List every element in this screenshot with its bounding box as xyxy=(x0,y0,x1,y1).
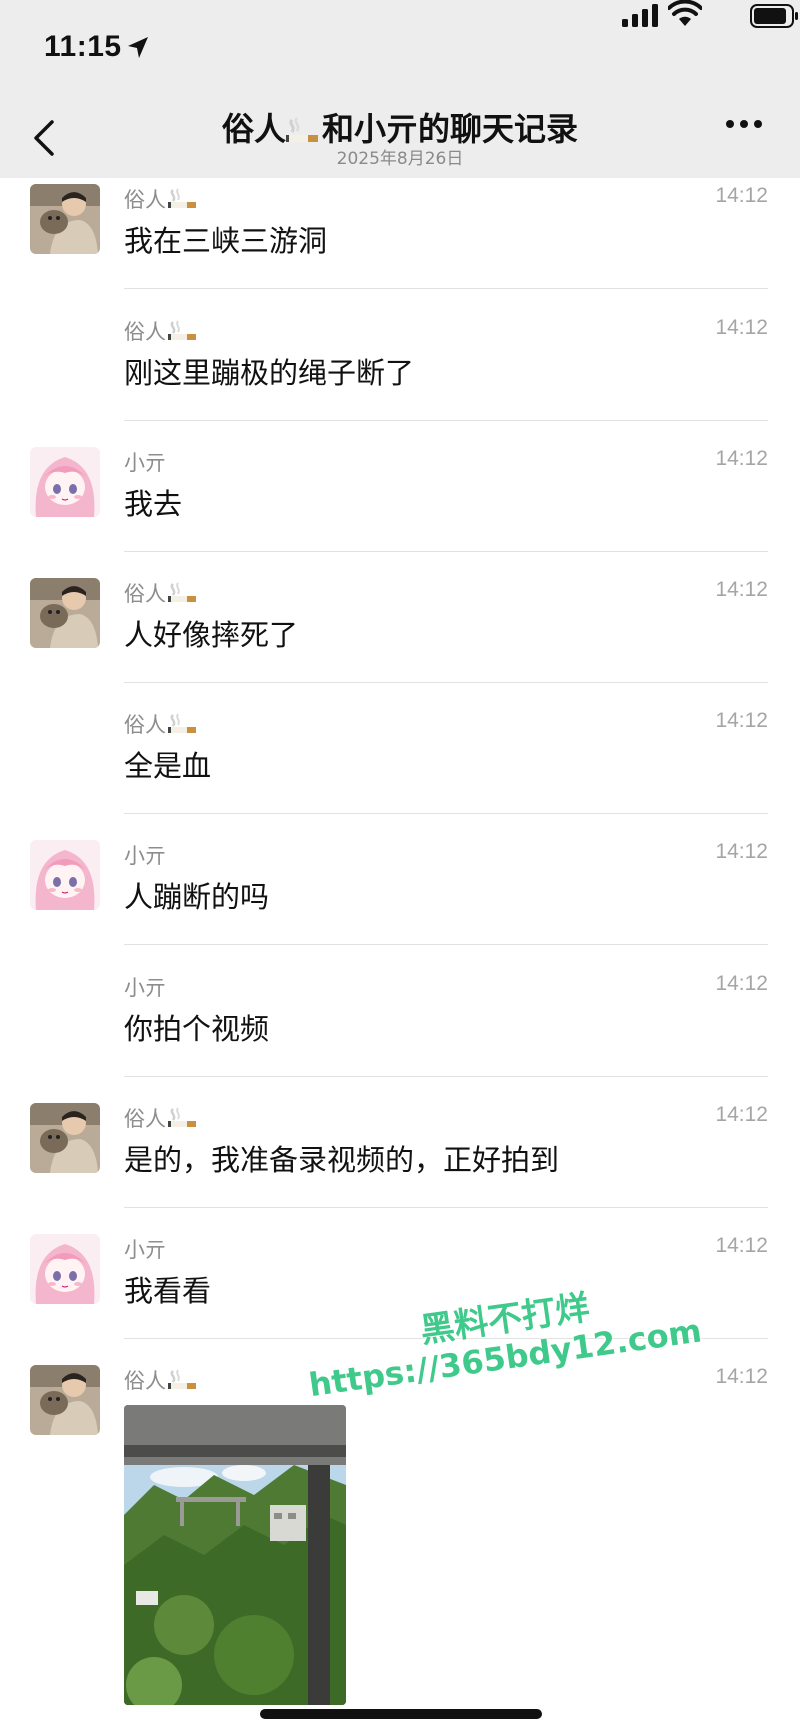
message-text[interactable]: 我看看 xyxy=(124,1268,211,1310)
message-row[interactable]: 小亓 14:12 你拍个视频 xyxy=(0,966,800,1096)
message-row[interactable]: 俗人 14:12 刚这里蹦极的绳子断了 xyxy=(0,310,800,440)
wifi-icon xyxy=(668,0,702,26)
sender-name-text: 俗人 xyxy=(124,188,166,212)
anime-girl-avatar-image xyxy=(30,840,100,910)
man-with-cat-avatar-image xyxy=(30,1103,100,1173)
message-text[interactable]: 全是血 xyxy=(124,743,211,785)
cigarette-emoji-icon xyxy=(168,1369,196,1389)
cellular-signal-icon xyxy=(622,4,658,27)
anime-girl-avatar-image xyxy=(30,1234,100,1304)
location-arrow-icon xyxy=(128,37,148,58)
cigarette-emoji-icon xyxy=(168,713,196,733)
more-options-icon[interactable] xyxy=(724,118,764,130)
battery-icon xyxy=(750,4,798,28)
navigation-bar: 11:15 俗人 和小亓的聊天记录 2025年8月26日 xyxy=(0,0,800,178)
sender-name: 俗人 xyxy=(124,316,198,346)
message-time: 14:12 xyxy=(715,1365,768,1388)
chat-date: 2025年8月26日 xyxy=(336,149,464,169)
man-with-cat-avatar-image xyxy=(30,578,100,648)
message-text[interactable]: 我在三峡三游洞 xyxy=(124,218,327,260)
message-time: 14:12 xyxy=(715,578,768,601)
message-row[interactable]: 俗人 14:12 是的，我准备录视频的，正好拍到 xyxy=(0,1097,800,1227)
message-text[interactable]: 人好像摔死了 xyxy=(124,612,298,654)
sender-avatar[interactable] xyxy=(30,1103,100,1173)
home-indicator[interactable] xyxy=(260,1709,542,1719)
message-divider xyxy=(124,551,768,552)
landscape-photo-image xyxy=(124,1405,346,1705)
cigarette-emoji-icon xyxy=(168,1107,196,1127)
sender-name-text: 小亓 xyxy=(124,844,166,868)
message-row[interactable]: 小亓 14:12 人蹦断的吗 xyxy=(0,834,800,964)
sender-avatar[interactable] xyxy=(30,840,100,910)
message-divider xyxy=(124,1207,768,1208)
sender-name-text: 俗人 xyxy=(124,713,166,737)
message-divider xyxy=(124,813,768,814)
sender-name-text: 小亓 xyxy=(124,1238,166,1262)
sender-name: 俗人 xyxy=(124,578,198,608)
anime-girl-avatar-image xyxy=(30,447,100,517)
sender-name-text: 俗人 xyxy=(124,320,166,344)
message-time: 14:12 xyxy=(715,1103,768,1126)
sender-name-text: 俗人 xyxy=(124,1107,166,1131)
message-time: 14:12 xyxy=(715,447,768,470)
title-name-b: 和小亓的聊天记录 xyxy=(322,110,579,148)
message-time: 14:12 xyxy=(715,972,768,995)
message-row[interactable]: 小亓 14:12 我去 xyxy=(0,441,800,571)
sender-avatar[interactable] xyxy=(30,184,100,254)
message-time: 14:12 xyxy=(715,316,768,339)
cigarette-emoji-icon xyxy=(286,117,318,142)
message-time: 14:12 xyxy=(715,709,768,732)
sender-avatar[interactable] xyxy=(30,1234,100,1304)
message-row[interactable]: 俗人 14:12 全是血 xyxy=(0,703,800,833)
sender-name: 小亓 xyxy=(124,1234,166,1264)
sender-name: 俗人 xyxy=(124,184,198,214)
message-time: 14:12 xyxy=(715,1234,768,1257)
sender-name: 俗人 xyxy=(124,1365,198,1395)
cigarette-emoji-icon xyxy=(168,188,196,208)
status-time: 11:15 xyxy=(44,30,122,63)
man-with-cat-avatar-image xyxy=(30,184,100,254)
sender-name-text: 小亓 xyxy=(124,976,166,1000)
message-divider xyxy=(124,288,768,289)
message-time: 14:12 xyxy=(715,184,768,207)
message-text[interactable]: 你拍个视频 xyxy=(124,1006,269,1048)
message-row[interactable]: 俗人 14:12 我在三峡三游洞 xyxy=(0,178,800,308)
message-text[interactable]: 我去 xyxy=(124,481,182,523)
message-text[interactable]: 人蹦断的吗 xyxy=(124,874,269,916)
sender-name-text: 俗人 xyxy=(124,582,166,606)
message-text[interactable]: 刚这里蹦极的绳子断了 xyxy=(124,350,414,392)
sender-avatar[interactable] xyxy=(30,1365,100,1435)
message-time: 14:12 xyxy=(715,840,768,863)
message-divider xyxy=(124,944,768,945)
sender-name: 小亓 xyxy=(124,972,166,1002)
cigarette-emoji-icon xyxy=(168,320,196,340)
shared-photo[interactable] xyxy=(124,1405,346,1705)
message-divider xyxy=(124,1076,768,1077)
message-divider xyxy=(124,682,768,683)
message-divider xyxy=(124,420,768,421)
sender-name: 小亓 xyxy=(124,840,166,870)
sender-name-text: 小亓 xyxy=(124,451,166,475)
title-name-a: 俗人 xyxy=(221,110,286,148)
man-with-cat-avatar-image xyxy=(30,1365,100,1435)
message-text[interactable]: 是的，我准备录视频的，正好拍到 xyxy=(124,1137,559,1179)
sender-avatar[interactable] xyxy=(30,578,100,648)
sender-name: 俗人 xyxy=(124,1103,198,1133)
sender-avatar[interactable] xyxy=(30,447,100,517)
sender-name: 小亓 xyxy=(124,447,166,477)
sender-name: 俗人 xyxy=(124,709,198,739)
message-row[interactable]: 俗人 14:12 人好像摔死了 xyxy=(0,572,800,702)
sender-name-text: 俗人 xyxy=(124,1369,166,1393)
cigarette-emoji-icon xyxy=(168,582,196,602)
